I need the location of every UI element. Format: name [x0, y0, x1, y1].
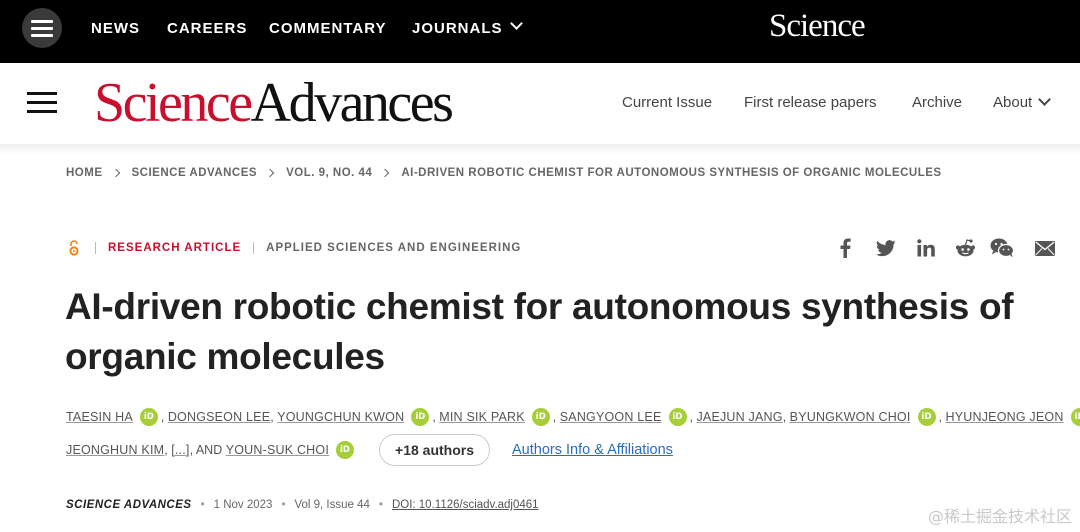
author-name[interactable]: MIN SIK PARK: [439, 410, 525, 424]
watermark: @稀土掘金技术社区: [927, 507, 1072, 526]
author-name[interactable]: JAEJUN JANG: [696, 410, 782, 424]
more-authors-button[interactable]: +18 authors: [379, 434, 490, 466]
nav-current-issue[interactable]: Current Issue: [622, 94, 712, 111]
author-name[interactable]: TAESIN HA: [66, 410, 133, 424]
separator: •: [378, 499, 383, 511]
facebook-icon[interactable]: [838, 236, 852, 260]
citation-date: 1 Nov 2023: [213, 499, 273, 511]
logo-advances: Advances: [250, 72, 454, 134]
orcid-icon[interactable]: iD: [917, 408, 936, 426]
breadcrumb-article: AI-DRIVEN ROBOTIC CHEMIST FOR AUTONOMOUS…: [401, 167, 942, 179]
orcid-icon[interactable]: iD: [1070, 408, 1080, 426]
breadcrumb-home[interactable]: HOME: [66, 167, 103, 179]
orcid-icon[interactable]: iD: [668, 408, 687, 426]
orcid-icon[interactable]: iD: [336, 441, 355, 459]
breadcrumb-issue[interactable]: VOL. 9, NO. 44: [286, 167, 372, 179]
header-shadow: [0, 144, 1080, 154]
twitter-icon[interactable]: [876, 236, 896, 260]
citation-journal[interactable]: SCIENCE ADVANCES: [66, 499, 192, 511]
article-meta: RESEARCH ARTICLE APPLIED SCIENCES AND EN…: [108, 242, 521, 254]
orcid-icon[interactable]: iD: [411, 408, 430, 426]
author-name[interactable]: SANGYOON LEE: [560, 410, 662, 424]
linkedin-icon[interactable]: [917, 236, 935, 260]
author-name[interactable]: YOUNGCHUN KWON: [277, 410, 404, 424]
article-type[interactable]: RESEARCH ARTICLE: [108, 242, 241, 254]
nav-archive[interactable]: Archive: [912, 94, 962, 111]
nav-about[interactable]: About: [993, 93, 1052, 111]
author-name[interactable]: DONGSEON LEE: [168, 410, 270, 424]
author-name[interactable]: YOUN-SUK CHOI: [226, 443, 329, 457]
author-name[interactable]: BYUNGKWON CHOI: [790, 410, 911, 424]
science-logo[interactable]: Science: [769, 8, 866, 45]
author-line-1: TAESIN HA iD, DONGSEON LEE, YOUNGCHUN KWO…: [66, 408, 1080, 426]
chevron-right-icon: [265, 168, 275, 178]
author-name[interactable]: JEONGHUN KIM: [66, 443, 164, 457]
divider: [253, 242, 255, 254]
menu-icon[interactable]: [27, 92, 57, 114]
article-title: AI-driven robotic chemist for autonomous…: [65, 286, 1014, 377]
wechat-icon[interactable]: [990, 236, 1014, 260]
science-advances-logo[interactable]: ScienceAdvances: [94, 72, 454, 134]
orcid-icon[interactable]: iD: [531, 408, 550, 426]
citation-bar: SCIENCE ADVANCES • 1 Nov 2023 • Vol 9, I…: [66, 499, 539, 511]
chevron-down-icon[interactable]: [510, 17, 523, 30]
citation-doi[interactable]: DOI: 10.1126/sciadv.adj0461: [392, 499, 539, 511]
nav-about-label: About: [993, 94, 1033, 111]
email-icon[interactable]: [1035, 236, 1055, 260]
journal-header: ScienceAdvances Current Issue First rele…: [0, 63, 1080, 144]
author-name[interactable]: HYUNJEONG JEON: [945, 410, 1063, 424]
nav-news[interactable]: NEWS: [91, 20, 140, 37]
logo-science: Science: [94, 72, 253, 134]
nav-commentary[interactable]: COMMENTARY: [269, 20, 387, 37]
chevron-right-icon: [381, 168, 390, 178]
nav-journals[interactable]: JOURNALS: [412, 20, 503, 37]
article-section[interactable]: APPLIED SCIENCES AND ENGINEERING: [266, 242, 521, 254]
author-and: , AND: [189, 443, 226, 457]
separator: •: [281, 499, 286, 511]
authors-affiliations-link[interactable]: Authors Info & Affiliations: [512, 442, 673, 458]
nav-first-release[interactable]: First release papers: [744, 94, 877, 111]
expand-authors-ellipsis[interactable]: [...]: [171, 443, 189, 457]
chevron-right-icon: [111, 168, 120, 178]
chevron-down-icon: [1038, 93, 1052, 106]
breadcrumb: HOME SCIENCE ADVANCES VOL. 9, NO. 44 AI-…: [66, 167, 942, 179]
nav-careers[interactable]: CAREERS: [167, 20, 247, 37]
reddit-icon[interactable]: [955, 236, 976, 260]
divider: [95, 242, 96, 254]
main-menu-icon[interactable]: [22, 8, 62, 48]
top-bar: NEWS CAREERS COMMENTARY JOURNALS Science: [0, 0, 1080, 63]
author-line-2: JEONGHUN KIM, [...], AND YOUN-SUK CHOI iD…: [66, 434, 673, 466]
open-access-icon: [69, 240, 79, 256]
orcid-icon[interactable]: iD: [139, 408, 158, 426]
breadcrumb-journal[interactable]: SCIENCE ADVANCES: [132, 167, 258, 179]
citation-issue[interactable]: Vol 9, Issue 44: [294, 499, 369, 511]
separator: •: [200, 499, 205, 511]
